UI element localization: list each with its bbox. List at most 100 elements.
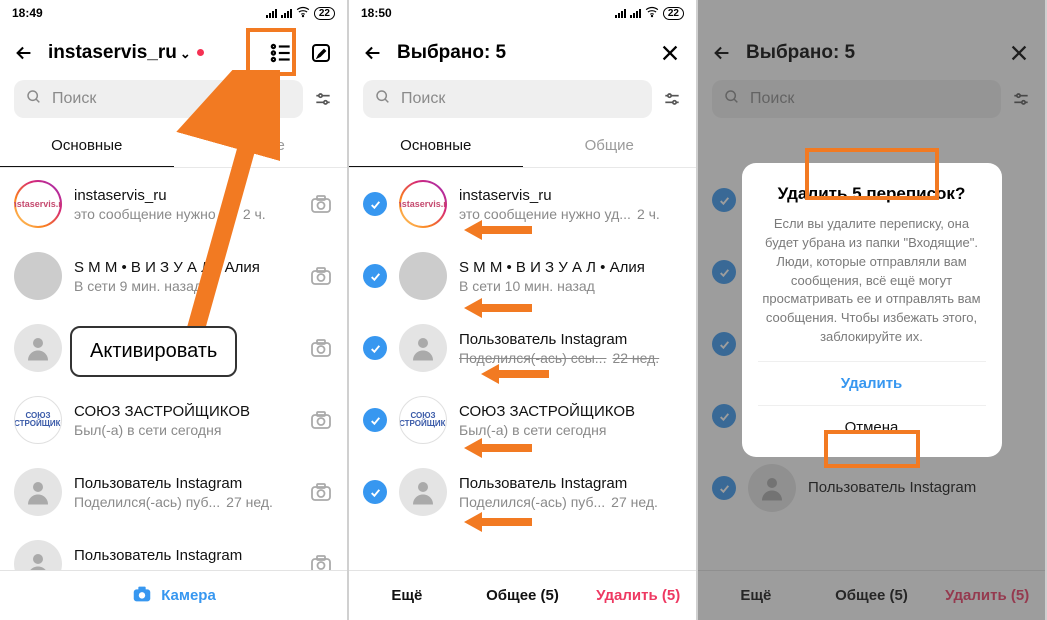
avatar (14, 540, 62, 570)
select-list-button[interactable] (267, 39, 295, 67)
chat-row[interactable]: S M M • В И З У А Л • АлияВ сети 10 мин.… (349, 240, 696, 312)
chat-name: instaservis_ru (459, 187, 682, 204)
dialog-cancel-button[interactable]: Отмена (758, 405, 986, 449)
avatar (14, 468, 62, 516)
statusbar: 18:50 22 (349, 0, 696, 26)
chat-name: Пользователь Instagram (459, 475, 682, 492)
tabs: Основные Общие (349, 124, 696, 168)
chat-row[interactable]: Пользователь Instagram Поделился(-ась) сс… (349, 312, 696, 384)
search-input[interactable]: Поиск (363, 80, 652, 118)
tab-primary[interactable]: Основные (349, 124, 523, 167)
chat-name: S M M • В И З У А Л • Алия (74, 259, 297, 276)
screen-2: 18:50 22 Выбрано: 5 Поиск Основные Общие… (349, 0, 698, 620)
delete-button[interactable]: Удалить (5) (580, 587, 696, 604)
chat-name: Пользователь Instagram (74, 475, 297, 492)
chat-row[interactable]: Пользователь InstagramПоделился(-ась) пу… (0, 456, 347, 528)
status-icons: 22 (266, 7, 335, 20)
avatar: Instaservis.ru (14, 180, 62, 228)
delete-dialog: Удалить 5 переписок? Если вы удалите пер… (742, 163, 1002, 457)
tabs: Основные Общие (0, 124, 347, 168)
avatar (399, 252, 447, 300)
chat-subtitle: Был(-а) в сети сегодня (459, 422, 682, 438)
chat-name: СОЮЗ ЗАСТРОЙЩИКОВ (459, 403, 682, 420)
dialog-body: Если вы удалите переписку, она будет убр… (758, 215, 986, 347)
chat-row[interactable]: СОЮЗЗАСТРОЙЩИКОВСОЮЗ ЗАСТРОЙЩИКОВБыл(-а)… (0, 384, 347, 456)
wifi-icon (296, 8, 310, 18)
selection-title: Выбрано: 5 (397, 42, 644, 64)
chat-subtitle: это сообщение нужно уд...2 ч. (459, 206, 682, 222)
camera-icon[interactable] (309, 552, 333, 570)
chat-row[interactable]: S M M • В И З У А Л • Алия В сети 9 мин. … (0, 240, 347, 312)
search-input[interactable]: Поиск (14, 80, 303, 118)
chat-subtitle: это сообщение нужно у...2 ч. (74, 206, 297, 222)
back-button[interactable] (12, 41, 36, 65)
avatar (14, 252, 62, 300)
avatar (14, 324, 62, 372)
signal-icon-2 (281, 8, 292, 18)
tab-primary[interactable]: Основные (0, 124, 174, 167)
compose-button[interactable] (307, 39, 335, 67)
chat-row[interactable]: Пользователь Instagram Поделился(-ась) пу… (349, 456, 696, 528)
search-row: Поиск (349, 80, 696, 124)
tab-general[interactable]: Общие (174, 124, 348, 167)
signal-icon (266, 8, 277, 18)
camera-icon[interactable] (309, 264, 333, 288)
checkbox-checked[interactable] (363, 192, 387, 216)
chat-row[interactable]: Instaservis.ru instaservis_ru это сообщени… (349, 168, 696, 240)
camera-icon[interactable] (309, 480, 333, 504)
checkbox-checked[interactable] (363, 336, 387, 360)
chat-subtitle (74, 341, 297, 357)
chat-row[interactable] (0, 312, 347, 384)
camera-label: Камера (161, 587, 216, 604)
signal-icon-2 (630, 8, 641, 18)
camera-bar[interactable]: Камера (0, 570, 347, 620)
chat-subtitle: Поделился(-ась) ссы...22 нед. (459, 350, 682, 366)
status-time: 18:49 (12, 6, 43, 20)
battery-icon: 22 (663, 7, 684, 20)
camera-icon[interactable] (309, 336, 333, 360)
chat-subtitle: Поделился(-ась) пуб...27 нед. (459, 494, 682, 510)
chat-list: Instaservis.ru instaservis_ru это сообщени… (349, 168, 696, 570)
chat-row[interactable]: СОЮЗЗАСТРОЙЩИКОВ СОЮЗ ЗАСТРОЙЩИКОВ Был(-а)… (349, 384, 696, 456)
dialog-title: Удалить 5 переписок? (758, 183, 986, 205)
camera-icon (131, 583, 153, 609)
notification-dot (197, 49, 204, 56)
chat-row[interactable]: Пользователь Instagram (0, 528, 347, 570)
chat-list: Instaservis.ru instaservis_ru это сообщени… (0, 168, 347, 570)
statusbar: 18:49 22 (0, 0, 347, 26)
chat-name: Пользователь Instagram (459, 331, 682, 348)
avatar: СОЮЗЗАСТРОЙЩИКОВ (399, 396, 447, 444)
checkbox-checked[interactable] (363, 480, 387, 504)
avatar: Instaservis.ru (399, 180, 447, 228)
checkbox-checked[interactable] (363, 408, 387, 432)
chat-name: Пользователь Instagram (74, 547, 297, 564)
chat-subtitle: Был(-а) в сети сегодня (74, 422, 297, 438)
appbar: Выбрано: 5 (349, 26, 696, 80)
back-button[interactable] (361, 41, 385, 65)
appbar: instaservis_ru⌄ (0, 26, 347, 80)
search-icon (375, 89, 391, 110)
checkbox-checked[interactable] (363, 264, 387, 288)
mark-general-button[interactable]: Общее (5) (465, 587, 581, 604)
chat-name: instaservis_ru (74, 187, 297, 204)
camera-icon[interactable] (309, 192, 333, 216)
camera-icon[interactable] (309, 408, 333, 432)
filter-button[interactable] (313, 89, 333, 109)
status-icons: 22 (615, 7, 684, 20)
avatar (399, 468, 447, 516)
filter-button[interactable] (662, 89, 682, 109)
chat-subtitle: В сети 9 мин. назад (74, 278, 297, 294)
close-button[interactable] (656, 39, 684, 67)
battery-icon: 22 (314, 7, 335, 20)
wifi-icon (645, 8, 659, 18)
chat-row[interactable]: Instaservis.ru instaservis_ru это сообщени… (0, 168, 347, 240)
dialog-delete-button[interactable]: Удалить (758, 361, 986, 405)
search-row: Поиск (0, 80, 347, 124)
chat-name: СОЮЗ ЗАСТРОЙЩИКОВ (74, 403, 297, 420)
more-button[interactable]: Ещё (349, 587, 465, 604)
tab-general[interactable]: Общие (523, 124, 697, 167)
account-title[interactable]: instaservis_ru⌄ (48, 42, 255, 64)
search-placeholder: Поиск (401, 90, 445, 108)
action-bar: Ещё Общее (5) Удалить (5) (349, 570, 696, 620)
screen-1: 18:49 22 instaservis_ru⌄ Поиск Основные … (0, 0, 349, 620)
